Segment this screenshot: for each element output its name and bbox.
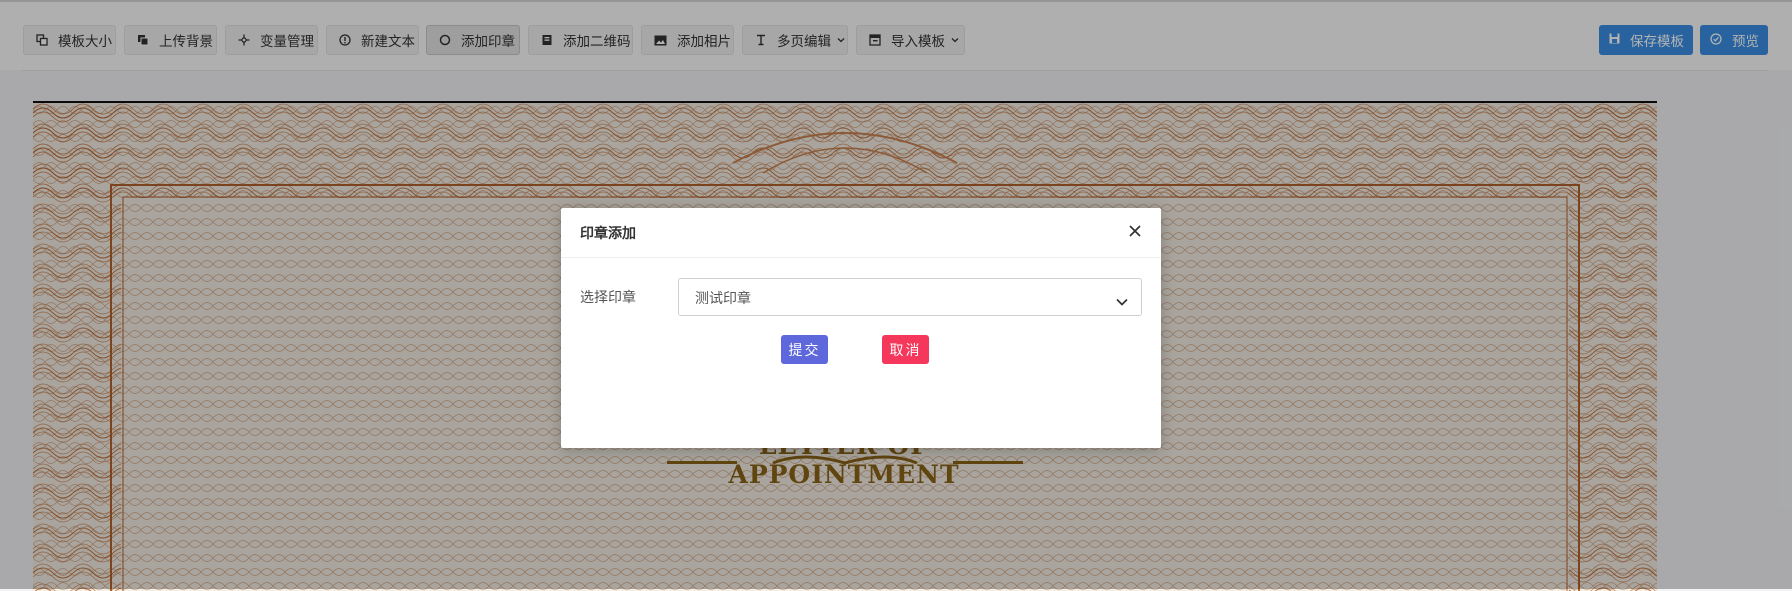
select-seal-label: 选择印章 bbox=[580, 290, 636, 306]
editor-page: 模板大小 上传背景 变量管理 新建文本 添加印章 添加二维码 添加相片 多页编辑… bbox=[0, 0, 1792, 591]
chevron-down-icon bbox=[1115, 292, 1129, 306]
seal-select-value: 测试印章 bbox=[695, 291, 751, 307]
add-seal-dialog: 印章添加 选择印章 测试印章 提交 取消 bbox=[561, 208, 1161, 448]
submit-button[interactable]: 提交 bbox=[781, 335, 828, 364]
dialog-title: 印章添加 bbox=[580, 226, 636, 242]
cancel-button[interactable]: 取消 bbox=[882, 335, 929, 364]
dialog-header: 印章添加 bbox=[561, 208, 1161, 258]
seal-select[interactable]: 测试印章 bbox=[678, 278, 1142, 316]
close-icon[interactable] bbox=[1125, 221, 1145, 241]
